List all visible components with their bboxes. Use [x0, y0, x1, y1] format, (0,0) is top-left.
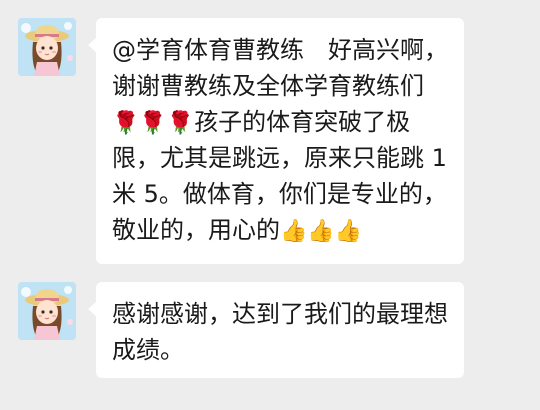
thumbs-up-emoji-icons: 👍👍👍 — [280, 219, 363, 244]
message-bubble-2[interactable]: 感谢感谢，达到了我们的最理想成绩。 — [88, 282, 464, 378]
chat-message-2: 感谢感谢，达到了我们的最理想成绩。 — [0, 282, 540, 382]
message-text-part-1: @学育体育曹教练 好高兴啊，谢谢曹教练及全体学育教练们 — [112, 36, 448, 100]
girl-straw-hat-avatar-icon[interactable] — [18, 282, 76, 340]
message-text: 感谢感谢，达到了我们的最理想成绩。 — [112, 300, 448, 364]
rose-emoji-icons: 🌹🌹🌹 — [112, 111, 195, 136]
chat-message-1: @学育体育曹教练 好高兴啊，谢谢曹教练及全体学育教练们🌹🌹🌹孩子的体育突破了极限… — [0, 18, 540, 268]
message-bubble-1[interactable]: @学育体育曹教练 好高兴啊，谢谢曹教练及全体学育教练们🌹🌹🌹孩子的体育突破了极限… — [88, 18, 464, 264]
girl-straw-hat-avatar-icon[interactable] — [18, 18, 76, 76]
